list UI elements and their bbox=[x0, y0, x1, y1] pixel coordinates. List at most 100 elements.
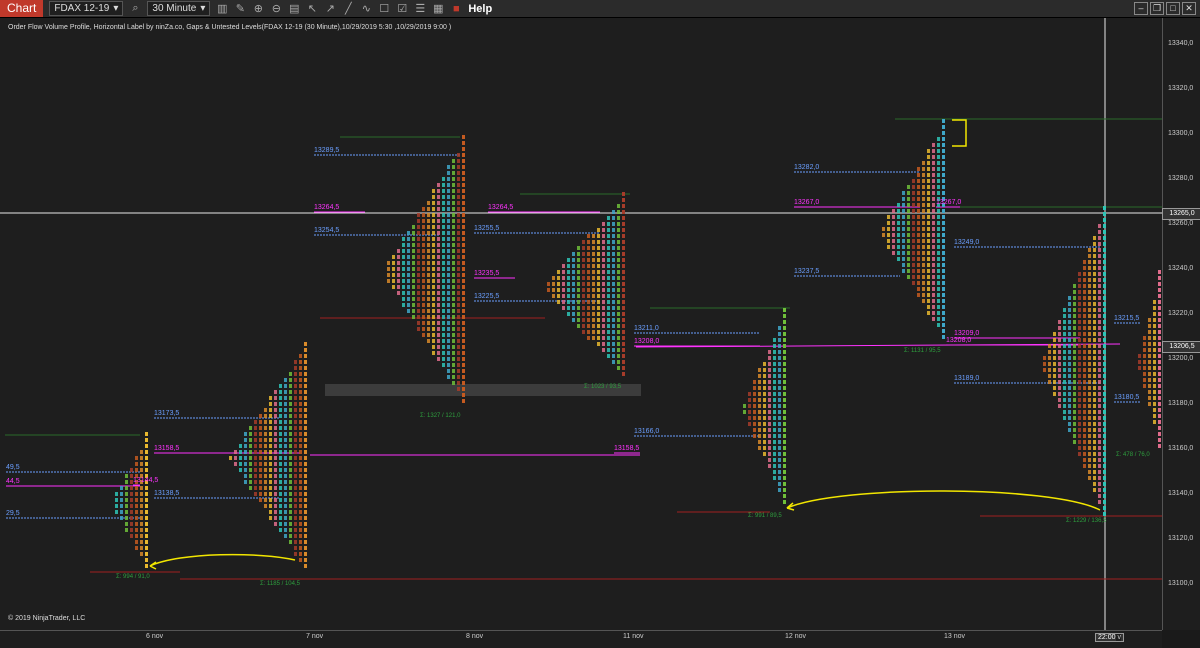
profile-cell bbox=[612, 216, 615, 220]
profile-cell bbox=[442, 285, 445, 289]
profile-cell bbox=[607, 234, 610, 238]
profile-cell bbox=[912, 227, 915, 231]
profile-cell bbox=[264, 504, 267, 508]
profile-cell bbox=[289, 456, 292, 460]
profile-cell bbox=[587, 258, 590, 262]
profile-cell bbox=[1143, 342, 1146, 346]
profile-cell bbox=[412, 249, 415, 253]
profile-cell bbox=[1068, 428, 1071, 432]
profile-cell bbox=[1098, 434, 1101, 438]
profile-cell bbox=[442, 213, 445, 217]
profile-cell bbox=[612, 318, 615, 322]
profile-cell bbox=[617, 234, 620, 238]
profile-cell bbox=[279, 384, 282, 388]
profile-cell bbox=[254, 426, 257, 430]
profile-cell bbox=[937, 293, 940, 297]
profile-cell bbox=[437, 279, 440, 283]
profile-cell bbox=[304, 354, 307, 358]
profile-cell bbox=[597, 288, 600, 292]
profile-cell bbox=[572, 318, 575, 322]
profile-cell bbox=[1068, 332, 1071, 336]
profile-cell bbox=[1078, 278, 1081, 282]
profile-cell bbox=[1078, 440, 1081, 444]
profile-cell bbox=[1148, 390, 1151, 394]
profile-cell bbox=[768, 428, 771, 432]
profile-cell bbox=[417, 213, 420, 217]
profile-cell bbox=[462, 207, 465, 211]
profile-cell bbox=[304, 450, 307, 454]
profile-cell bbox=[1093, 422, 1096, 426]
profile-cell bbox=[1103, 296, 1106, 300]
profile-cell bbox=[289, 414, 292, 418]
profile-cell bbox=[407, 291, 410, 295]
profile-cell bbox=[942, 125, 945, 129]
profile-cell bbox=[897, 227, 900, 231]
profile-cell bbox=[259, 498, 262, 502]
time-tick-label: 6 nov bbox=[146, 633, 164, 640]
profile-cell bbox=[254, 474, 257, 478]
profile-cell bbox=[783, 386, 786, 390]
profile-cell bbox=[602, 348, 605, 352]
profile-cell bbox=[1093, 362, 1096, 366]
profile-cell bbox=[557, 282, 560, 286]
level-label: 13173,5 bbox=[154, 410, 180, 417]
profile-cell bbox=[140, 516, 143, 520]
profile-cell bbox=[1073, 440, 1076, 444]
profile-cell bbox=[437, 225, 440, 229]
profile-cell bbox=[304, 426, 307, 430]
profile-cell bbox=[284, 420, 287, 424]
profile-cell bbox=[582, 288, 585, 292]
profile-cell bbox=[1103, 206, 1106, 210]
profile-cell bbox=[1103, 470, 1106, 474]
profile-cell bbox=[244, 474, 247, 478]
profile-canvas bbox=[0, 18, 1162, 630]
profile-cell bbox=[130, 522, 133, 526]
profile-cell bbox=[768, 452, 771, 456]
profile-cell bbox=[442, 243, 445, 247]
profile-cell bbox=[1088, 302, 1091, 306]
profile-cell bbox=[1068, 350, 1071, 354]
profile-cell bbox=[304, 342, 307, 346]
profile-cell bbox=[417, 231, 420, 235]
profile-cell bbox=[1148, 318, 1151, 322]
profile-cell bbox=[778, 422, 781, 426]
profile-cell bbox=[432, 351, 435, 355]
profile-cell bbox=[768, 368, 771, 372]
profile-cell bbox=[1083, 386, 1086, 390]
profile-cell bbox=[407, 303, 410, 307]
profile-cell bbox=[1068, 344, 1071, 348]
profile-cell bbox=[427, 321, 430, 325]
profile-cell bbox=[912, 251, 915, 255]
profile-cell bbox=[768, 374, 771, 378]
profile-cell bbox=[462, 153, 465, 157]
profile-cell bbox=[244, 438, 247, 442]
profile-cell bbox=[617, 324, 620, 328]
profile-cell bbox=[417, 219, 420, 223]
profile-cell bbox=[427, 267, 430, 271]
profile-cell bbox=[259, 492, 262, 496]
profile-cell bbox=[244, 450, 247, 454]
profile-cell bbox=[140, 450, 143, 454]
profile-cell bbox=[1103, 452, 1106, 456]
profile-cell bbox=[274, 396, 277, 400]
profile-cell bbox=[1078, 338, 1081, 342]
profile-cell bbox=[917, 197, 920, 201]
profile-cell bbox=[597, 330, 600, 334]
profile-cell bbox=[607, 348, 610, 352]
profile-cell bbox=[1083, 368, 1086, 372]
profile-cell bbox=[1058, 368, 1061, 372]
profile-cell bbox=[1083, 404, 1086, 408]
profile-cell bbox=[922, 245, 925, 249]
profile-cell bbox=[432, 309, 435, 313]
price-tick-label: 13140,0 bbox=[1168, 490, 1194, 497]
profile-cell bbox=[457, 195, 460, 199]
profile-cell bbox=[447, 195, 450, 199]
profile-cell bbox=[917, 215, 920, 219]
profile-cell bbox=[447, 321, 450, 325]
profile-cell bbox=[1153, 408, 1156, 412]
profile-cell bbox=[304, 498, 307, 502]
profile-cell bbox=[622, 324, 625, 328]
profile-cell bbox=[763, 362, 766, 366]
profile-cell bbox=[422, 279, 425, 283]
profile-cell bbox=[1098, 428, 1101, 432]
